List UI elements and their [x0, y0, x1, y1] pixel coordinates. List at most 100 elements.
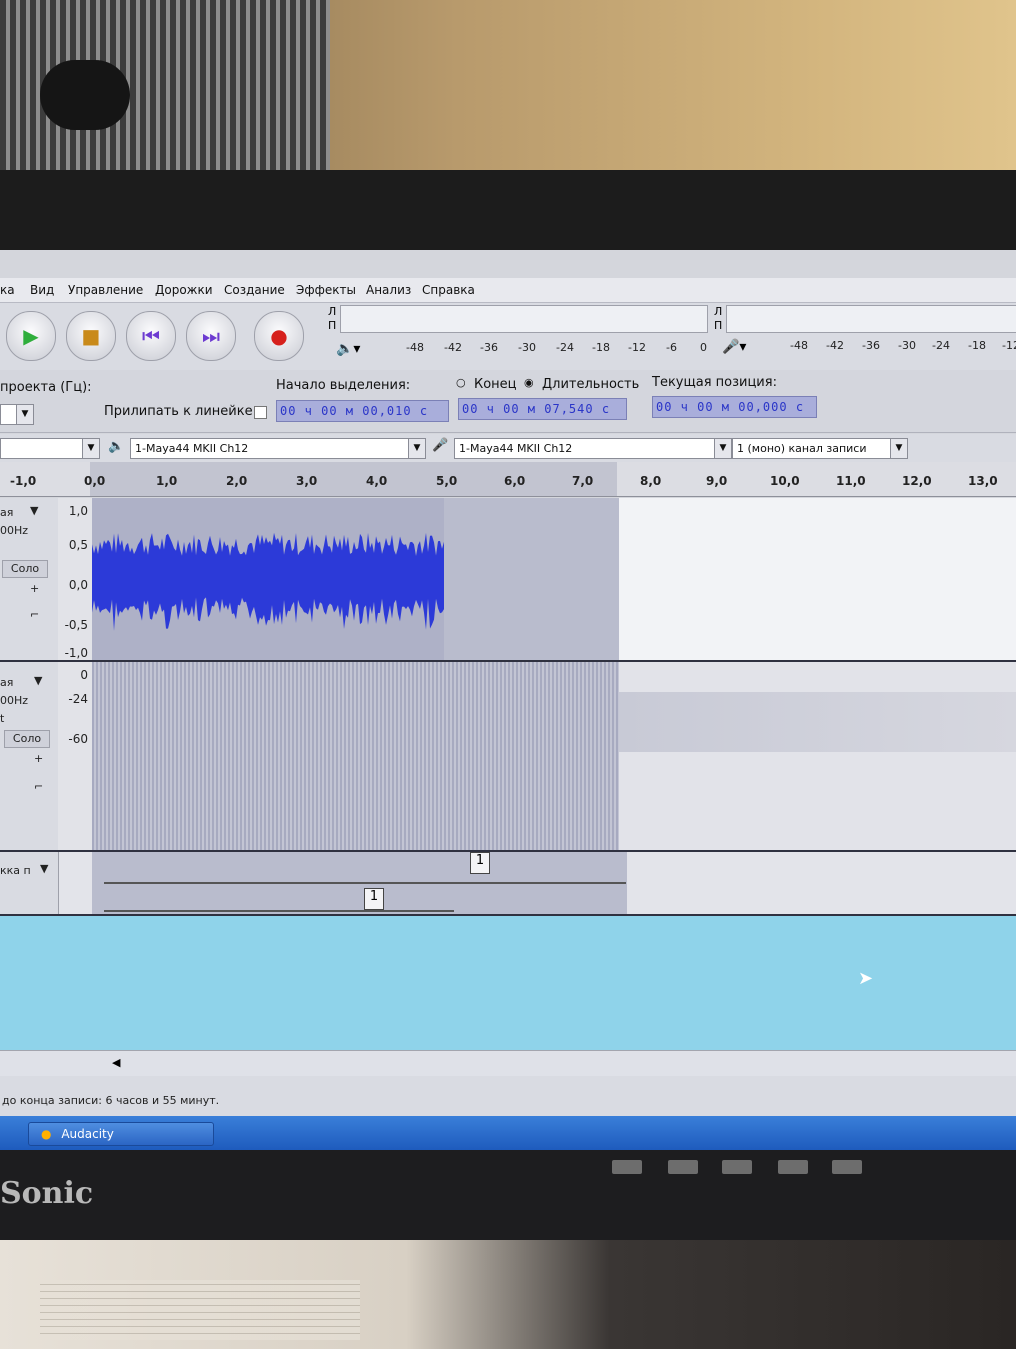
monitor-bezel-bottom [0, 1150, 1016, 1240]
position-timecode[interactable]: 00 ч 00 м 00,000 с [652, 396, 817, 418]
menu-view[interactable]: Вид [30, 283, 54, 297]
pan-slider[interactable]: ⌐ [30, 608, 39, 621]
chevron-down-icon[interactable]: ▼ [34, 674, 42, 687]
track-rate: 00Hz [0, 694, 29, 707]
ruler-tick: 7,0 [572, 474, 594, 488]
playback-meter[interactable] [340, 305, 708, 333]
play-meter-right-label: П [328, 319, 337, 332]
recording-device-value: 1-Maya44 MKII Ch12 [459, 442, 573, 455]
label-track[interactable]: кка п ▼ 1 1 [0, 852, 1016, 916]
ruler-tick: 12,0 [902, 474, 932, 488]
solo-button[interactable]: Соло [4, 730, 50, 748]
label-track-name[interactable]: кка п [0, 864, 31, 877]
spectrogram-selection [92, 662, 619, 850]
horizontal-scrollbar[interactable]: ◀ [0, 1050, 1016, 1077]
mouse-cursor-icon: ➤ [858, 968, 874, 989]
monitor-button[interactable] [612, 1160, 642, 1174]
track-name-menu[interactable]: ая [0, 676, 13, 689]
monitor-button[interactable] [722, 1160, 752, 1174]
selection-length-timecode[interactable]: 00 ч 00 м 07,540 с [458, 398, 627, 420]
rec-meter-right-label: П [714, 319, 723, 332]
monitor-button[interactable] [668, 1160, 698, 1174]
track-control-panel: ая ▼ 00Hz Соло + ⌐ [0, 498, 59, 660]
play-meter-left-label: Л [328, 305, 337, 318]
project-rate-label: проекта (Гц): [0, 380, 92, 395]
ruler-tick: 8,0 [640, 474, 662, 488]
rec-meter-left-label: Л [714, 305, 723, 318]
menu-transport[interactable]: Управление [68, 283, 143, 297]
taskbar-button-label: Audacity [61, 1127, 114, 1141]
selection-start-label: Начало выделения: [276, 378, 411, 393]
menu-help[interactable]: Справка [422, 283, 475, 297]
menu-file[interactable]: ка [0, 283, 15, 297]
gain-slider[interactable]: + [34, 752, 43, 765]
project-rate-select[interactable]: ▼ [0, 404, 34, 425]
chevron-down-icon: ▼ [16, 405, 33, 424]
label-box[interactable]: 1 [470, 852, 490, 874]
waveform-area[interactable] [92, 498, 1016, 660]
play-icon: ▶ [23, 324, 39, 348]
chevron-down-icon[interactable]: ▼ [40, 862, 48, 875]
ruler-tick: 6,0 [504, 474, 526, 488]
ruler-tick: 4,0 [366, 474, 388, 488]
track-name-menu[interactable]: ая [0, 506, 13, 519]
skip-end-button[interactable]: ⏭ [186, 311, 236, 361]
label-span-line [104, 910, 454, 912]
background-device [0, 0, 330, 170]
menu-analyze[interactable]: Анализ [366, 283, 411, 297]
channels-value: 1 (моно) канал записи [737, 442, 867, 455]
play-button[interactable]: ▶ [6, 311, 56, 361]
taskbar-audacity-button[interactable]: ● Audacity [28, 1122, 214, 1146]
audio-track-waveform[interactable]: ая ▼ 00Hz Соло + ⌐ 1,0 0,5 0,0 -0,5 -1,0 [0, 498, 1016, 662]
monitor-button[interactable] [832, 1160, 862, 1174]
track-rate: 00Hz [0, 524, 29, 537]
scroll-left-icon[interactable]: ◀ [112, 1056, 120, 1069]
amplitude-scale: 1,0 0,5 0,0 -0,5 -1,0 [58, 498, 92, 660]
length-radio[interactable]: ◉ [524, 376, 534, 389]
selection-start-timecode[interactable]: 00 ч 00 м 00,010 с [276, 400, 449, 422]
host-select[interactable]: ▼ [0, 438, 100, 459]
os-taskbar: ● Audacity [0, 1116, 1016, 1150]
spectrogram-band [619, 692, 1016, 752]
skip-start-button[interactable]: ⏮ [126, 311, 176, 361]
selection-toolbar: проекта (Гц): ▼ Прилипать к линейке Нача… [0, 370, 1016, 433]
record-icon: ● [270, 324, 288, 348]
chevron-down-icon[interactable]: ▼ [30, 504, 38, 517]
snap-checkbox[interactable] [254, 406, 267, 419]
spectrogram-area[interactable] [92, 662, 1016, 850]
record-button[interactable]: ● [254, 311, 304, 361]
stop-icon: ■ [81, 324, 101, 348]
monitor-button[interactable] [778, 1160, 808, 1174]
ruler-tick: 10,0 [770, 474, 800, 488]
position-label: Текущая позиция: [652, 375, 777, 390]
playback-device-select[interactable]: 1-Maya44 MKII Ch12 ▼ [130, 438, 426, 459]
ruler-tick: 0,0 [84, 474, 106, 488]
label-box[interactable]: 1 [364, 888, 384, 910]
audio-track-spectrogram[interactable]: ая ▼ 00Hz t Соло + ⌐ 0 -24 -60 [0, 662, 1016, 852]
recording-device-select[interactable]: 1-Maya44 MKII Ch12 ▼ [454, 438, 732, 459]
recording-meter[interactable] [726, 305, 1016, 333]
snap-label: Прилипать к линейке [104, 404, 253, 419]
menu-generate[interactable]: Создание [224, 283, 285, 297]
length-radio-label: Длительность [542, 377, 640, 392]
ruler-tick: 11,0 [836, 474, 866, 488]
timeline-ruler[interactable]: -1,0 0,0 1,0 2,0 3,0 4,0 5,0 6,0 7,0 8,0… [0, 462, 1016, 497]
label-span-line [104, 882, 626, 884]
track-format: t [0, 712, 5, 725]
microphone-icon[interactable]: 🎤▾ [722, 339, 746, 355]
stop-button[interactable]: ■ [66, 311, 116, 361]
pan-slider[interactable]: ⌐ [34, 780, 43, 793]
menu-tracks[interactable]: Дорожки [155, 283, 213, 297]
speaker-icon[interactable]: 🔈▾ [336, 341, 360, 357]
channels-select[interactable]: 1 (моно) канал записи ▼ [732, 438, 908, 459]
transport-toolbar: ▶ ■ ⏮ ⏭ ● Л П 🔈▾ -48 -42 -36 -30 -24 -18… [0, 303, 1016, 371]
menu-effects[interactable]: Эффекты [296, 283, 356, 297]
chevron-down-icon: ▼ [714, 439, 731, 458]
end-radio[interactable]: ○ [456, 376, 466, 389]
empty-track-area[interactable]: ➤ [0, 916, 1016, 1050]
ruler-tick: 1,0 [156, 474, 178, 488]
solo-button[interactable]: Соло [2, 560, 48, 578]
chevron-down-icon: ▼ [82, 439, 99, 458]
spectrogram-scale: 0 -24 -60 [58, 662, 92, 850]
gain-slider[interactable]: + [30, 582, 39, 595]
